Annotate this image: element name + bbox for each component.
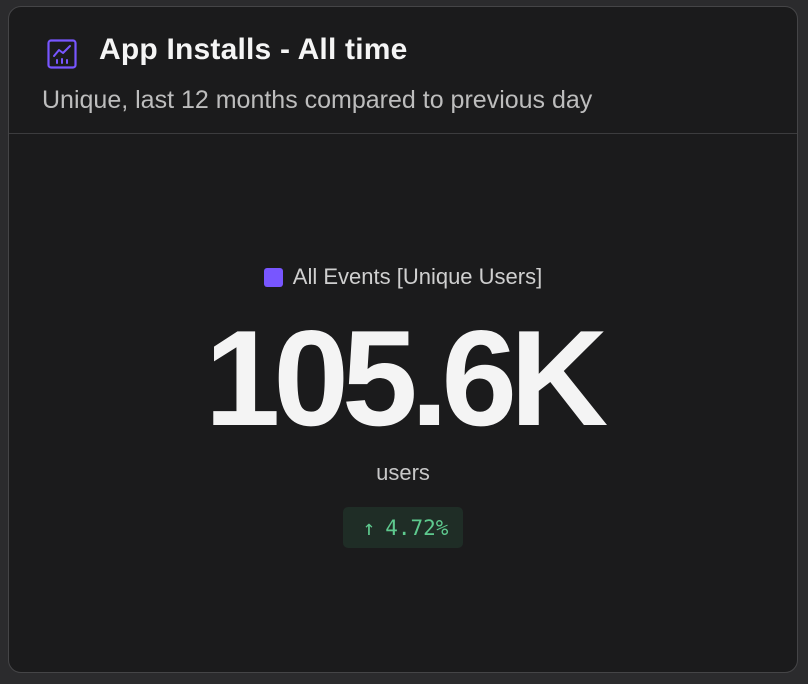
change-value: 4.72% (385, 515, 449, 540)
card-body: All Events [Unique Users] 105.6K users ↑… (9, 134, 797, 672)
change-badge: ↑ 4.72% (342, 507, 464, 548)
insight-card: App Installs - All time Unique, last 12 … (8, 6, 798, 673)
card-header: App Installs - All time Unique, last 12 … (9, 7, 797, 134)
delta-container: ↑ 4.72% (9, 507, 797, 548)
line-chart-icon (47, 39, 77, 69)
card-subtitle: Unique, last 12 months compared to previ… (42, 86, 593, 114)
legend-label: All Events [Unique Users] (292, 264, 543, 289)
legend-swatch (263, 267, 283, 287)
arrow-up-icon: ↑ (362, 515, 376, 540)
card-title[interactable]: App Installs - All time (99, 33, 408, 67)
metric-value: 105.6K (204, 302, 609, 454)
metric-unit: users (376, 460, 430, 485)
metric-legend: All Events [Unique Users] (9, 264, 797, 290)
